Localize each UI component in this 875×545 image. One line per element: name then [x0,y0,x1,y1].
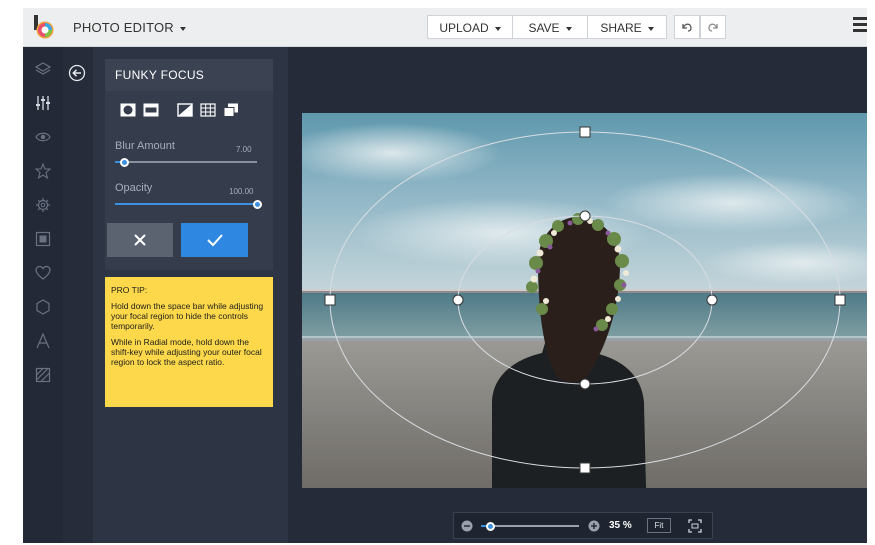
mirrored-focus-icon[interactable] [177,103,193,117]
outer-focus-ellipse[interactable] [329,131,841,469]
back-arrow-icon[interactable] [68,64,86,82]
gear-icon[interactable] [35,197,51,213]
shape-icon[interactable] [35,299,51,315]
panel-title: FUNKY FOCUS [115,68,205,82]
heart-icon[interactable] [35,265,51,281]
check-icon [207,234,223,247]
pro-tip-text: While in Radial mode, hold down the shif… [111,337,262,367]
zoom-level: 35 % [609,520,632,531]
linear-focus-icon[interactable] [143,103,159,117]
tool-rail [23,47,63,543]
cancel-button[interactable] [107,223,173,257]
zoom-out-icon[interactable] [461,520,473,532]
outer-handle-left[interactable] [324,294,336,306]
upload-label: UPLOAD [439,21,489,35]
pro-tip-heading: PRO TIP: [111,285,148,295]
workspace: 35 % Fit [288,47,867,543]
undo-icon [682,23,692,32]
menu-button[interactable] [853,17,867,33]
redo-icon [708,23,718,32]
share-button[interactable]: SHARE [587,15,667,39]
text-icon[interactable] [35,333,51,349]
redo-button[interactable] [700,15,726,39]
chevron-down-icon [565,26,572,31]
apply-button[interactable] [181,223,248,257]
chevron-down-icon [179,26,186,31]
inner-handle-bottom[interactable] [579,378,591,390]
pro-tip-box: PRO TIP: Hold down the space bar while a… [105,277,273,407]
fit-button[interactable]: Fit [647,518,671,533]
chevron-down-icon [647,26,654,31]
opacity-slider-handle[interactable] [252,199,262,209]
opacity-label: Opacity [115,182,153,194]
zoom-in-icon[interactable] [588,520,600,532]
app-logo-icon[interactable] [31,14,57,40]
eye-icon[interactable] [35,129,51,145]
hamburger-menu-icon [853,17,867,20]
blur-amount-label: Blur Amount [115,140,175,152]
fullscreen-icon[interactable] [687,518,703,534]
zoom-slider-track[interactable] [481,525,579,527]
undo-button[interactable] [674,15,700,39]
close-icon [134,234,146,246]
outer-handle-right[interactable] [834,294,846,306]
zoom-bar: 35 % Fit [453,512,713,539]
outer-handle-bottom[interactable] [579,462,591,474]
stack-icon[interactable] [223,103,239,117]
top-bar: PHOTO EDITOR UPLOAD SAVE SHARE [23,8,867,47]
inner-handle-top[interactable] [579,210,591,222]
save-label: SAVE [528,21,560,35]
save-button[interactable]: SAVE [512,15,588,39]
opacity-value: 100.00 [229,187,254,196]
frame-icon[interactable] [35,231,51,247]
hamburger-line [853,29,867,32]
blur-amount-value: 7.00 [236,145,252,154]
app-title-label: PHOTO EDITOR [73,20,174,35]
hamburger-line [853,23,867,26]
grid-icon[interactable] [200,103,216,117]
opacity-slider-fill [115,203,257,205]
radial-focus-icon[interactable] [120,103,136,117]
photo-editor-app: PHOTO EDITOR UPLOAD SAVE SHARE FUNKY FOC… [23,8,867,543]
focus-overlay [324,126,846,474]
funky-focus-panel: FUNKY FOCUS Blur Amount 7.00 Opacity 100… [93,47,288,543]
photo-canvas[interactable] [302,113,867,488]
blur-slider-track[interactable] [115,161,257,163]
chevron-down-icon [494,26,501,31]
inner-focus-ellipse[interactable] [457,215,713,385]
star-icon[interactable] [35,163,51,179]
zoom-slider-handle[interactable] [486,521,496,531]
texture-icon[interactable] [35,367,51,383]
upload-button[interactable]: UPLOAD [427,15,513,39]
back-column [63,47,93,543]
inner-handle-right[interactable] [706,294,718,306]
outer-handle-top[interactable] [579,126,591,138]
pro-tip-text: Hold down the space bar while adjusting … [111,301,264,331]
adjust-sliders-icon[interactable] [35,95,51,111]
inner-handle-left[interactable] [452,294,464,306]
share-label: SHARE [600,21,642,35]
layers-icon[interactable] [35,61,51,77]
blur-slider-handle[interactable] [120,157,130,167]
panel-header: FUNKY FOCUS [105,59,273,91]
app-title-dropdown[interactable]: PHOTO EDITOR [73,20,186,35]
